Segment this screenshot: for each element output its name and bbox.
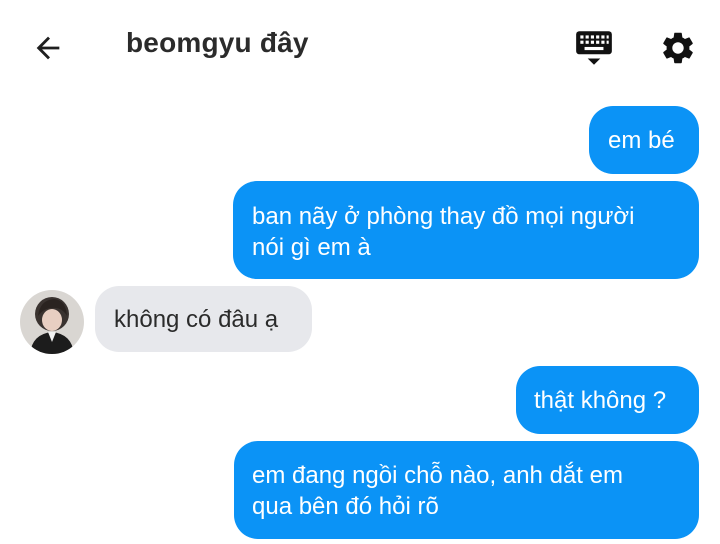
gear-icon (663, 32, 693, 64)
message-text: nói gì em à (252, 234, 371, 261)
chat-screen: beomgyu đây em bé ban nãy ở phòng thay đ… (0, 0, 720, 544)
chat-header: beomgyu đây (0, 0, 720, 92)
contact-avatar[interactable] (20, 290, 84, 354)
message-text: qua bên đó hỏi rõ (252, 493, 439, 520)
message-bubble-outgoing[interactable]: em đang ngồi chỗ nào, anh dắt em qua bên… (234, 441, 699, 539)
chat-title: beomgyu đây (126, 27, 309, 58)
message-text: thật không ? (534, 387, 667, 414)
message-bubble-outgoing[interactable]: ban nãy ở phòng thay đồ mọi người nói gì… (233, 181, 699, 279)
message-text: không có đâu ạ (114, 306, 279, 333)
keyboard-icon (576, 31, 612, 65)
message-text: ban nãy ở phòng thay đồ mọi người (252, 203, 635, 230)
message-text: em đang ngồi chỗ nào, anh dắt em (252, 462, 623, 489)
avatar-photo-icon (20, 290, 84, 354)
message-text: em bé (608, 127, 675, 154)
message-bubble-outgoing[interactable]: em bé (589, 106, 699, 174)
message-bubble-incoming[interactable]: không có đâu ạ (95, 286, 312, 352)
keyboard-button[interactable] (572, 26, 616, 70)
back-button[interactable] (28, 28, 68, 68)
settings-button[interactable] (656, 26, 700, 70)
arrow-back-icon (36, 36, 60, 60)
message-bubble-outgoing[interactable]: thật không ? (516, 366, 699, 434)
